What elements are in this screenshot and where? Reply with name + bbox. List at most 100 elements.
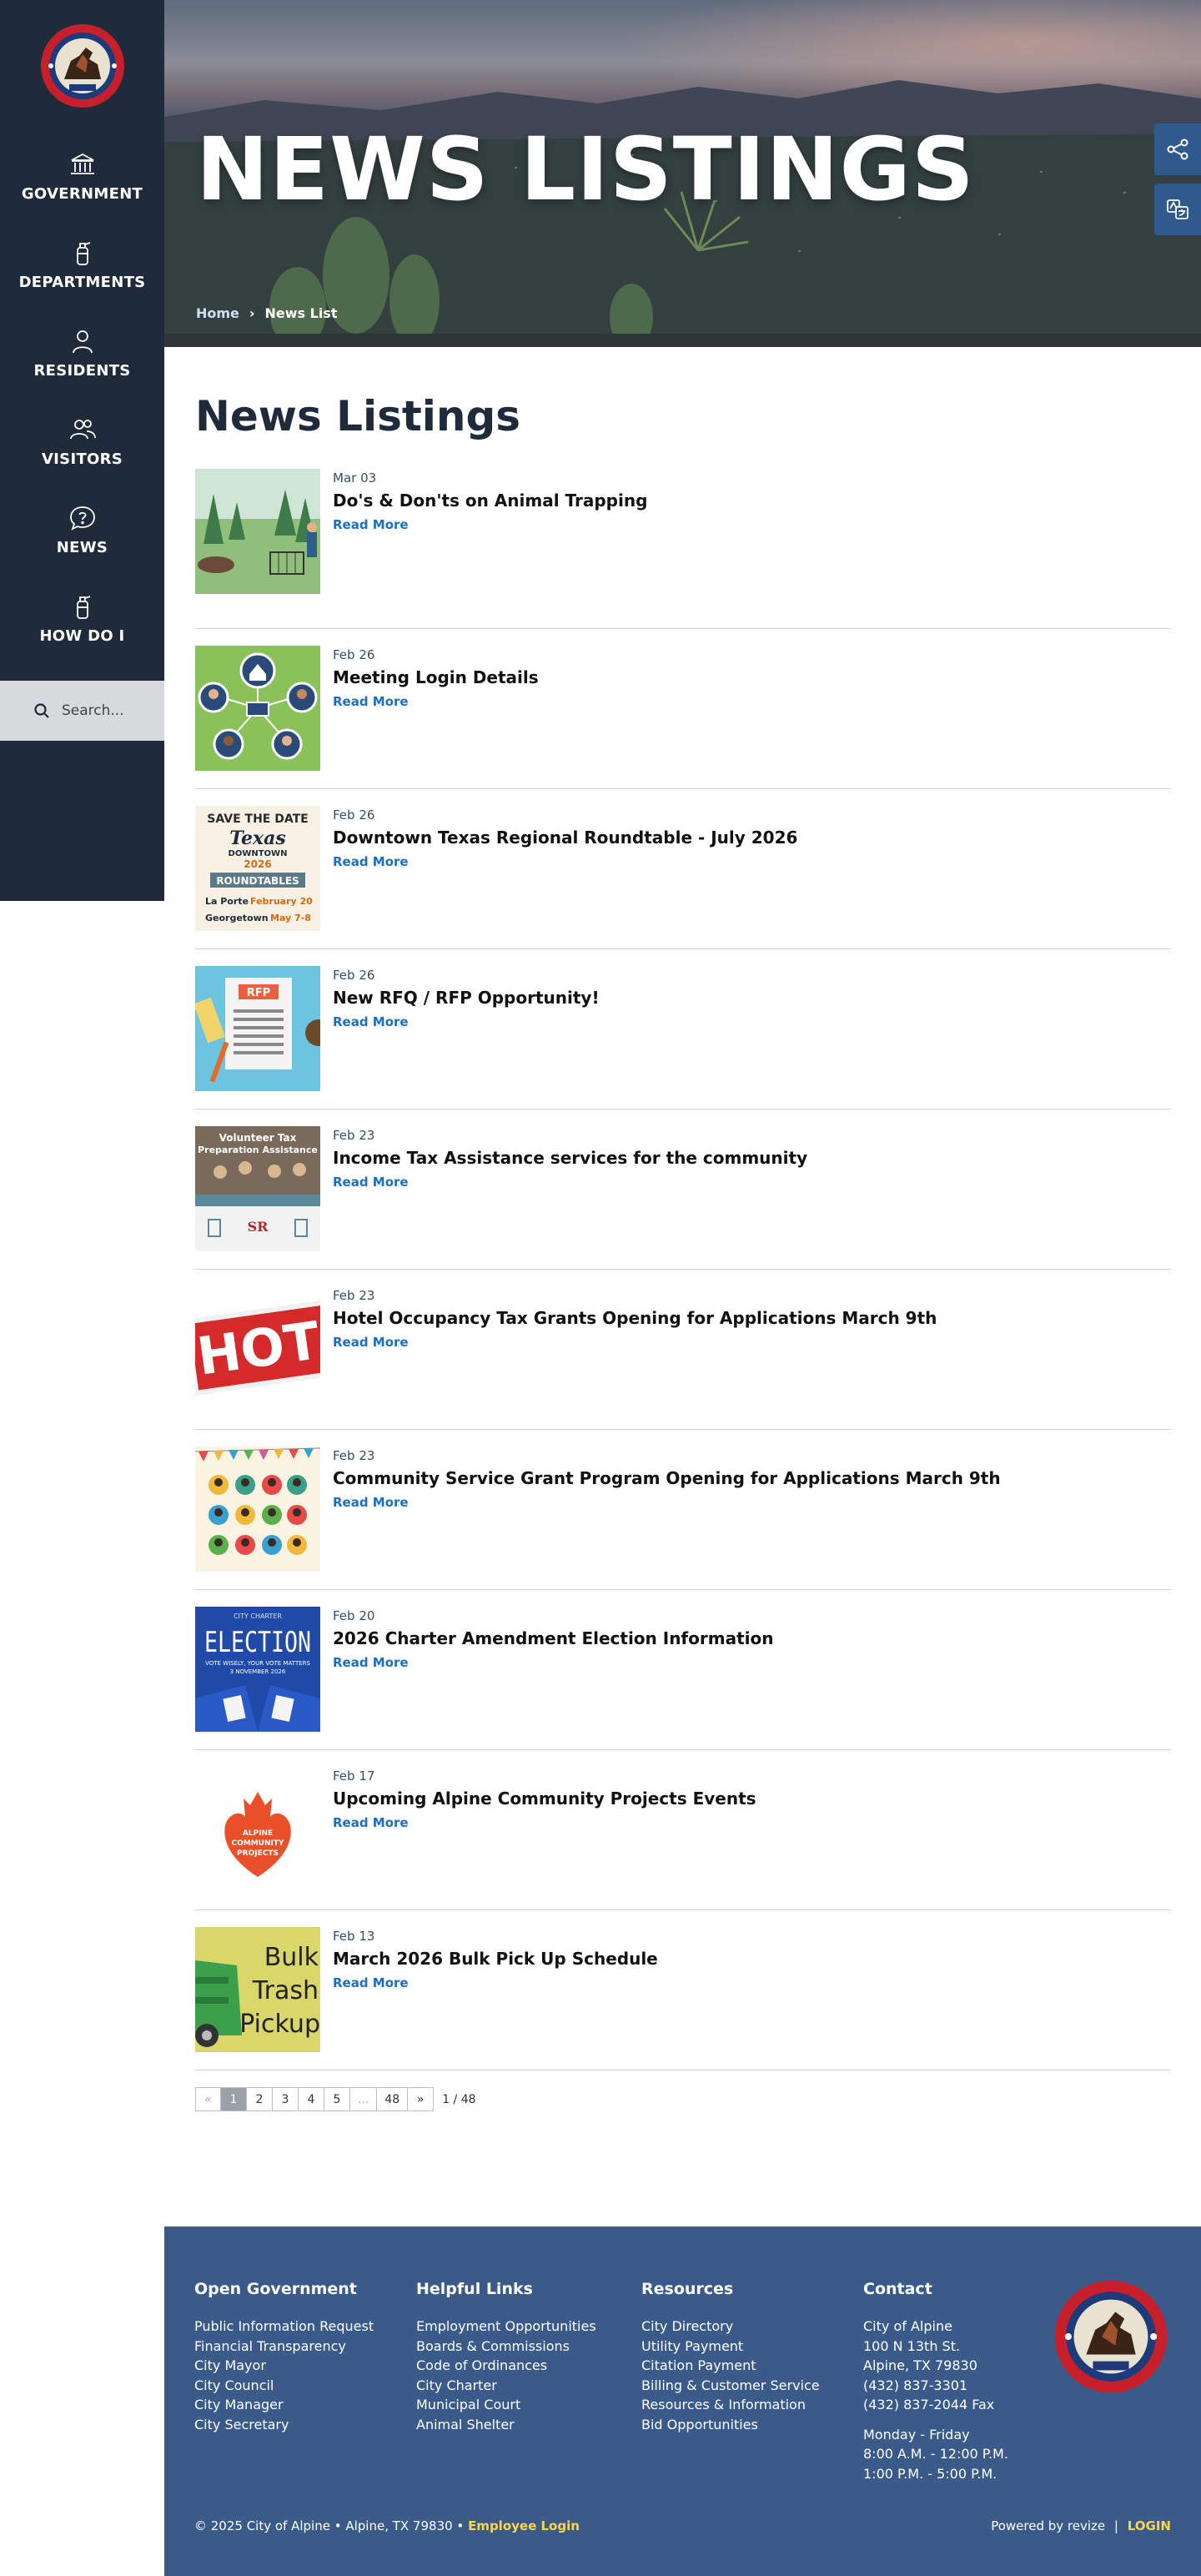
side-tools — [1154, 123, 1201, 244]
news-thumbnail[interactable] — [195, 469, 320, 594]
news-title-link[interactable]: Community Service Grant Program Opening … — [333, 1468, 1001, 1488]
news-date: Feb 26 — [333, 968, 375, 983]
news-date: Feb 23 — [333, 1448, 375, 1463]
pagination-next[interactable]: » — [408, 2087, 435, 2111]
nav-government[interactable]: GOVERNMENT — [0, 132, 164, 220]
footer-link[interactable]: City Manager — [194, 2395, 374, 2415]
news-thumbnail[interactable]: SAVE THE DATE Texas DOWNTOWN 2026 ROUNDT… — [195, 806, 320, 931]
news-thumbnail[interactable]: ALPINE COMMUNITY PROJECTS — [195, 1767, 320, 1892]
projects-line2: COMMUNITY — [231, 1839, 284, 1848]
footer-link[interactable]: Municipal Court — [416, 2395, 596, 2415]
news-title-link[interactable]: Income Tax Assistance services for the c… — [333, 1148, 807, 1168]
tax-assistance-image: Volunteer Tax Preparation Assistance SR — [195, 1126, 320, 1251]
pagination-page[interactable]: 3 — [273, 2087, 299, 2111]
nav-how-do-i[interactable]: HOW DO I — [0, 574, 164, 662]
footer-link[interactable]: Code of Ordinances — [416, 2356, 596, 2376]
news-title-link[interactable]: Meeting Login Details — [333, 667, 539, 687]
city-seal-logo — [1054, 2280, 1168, 2393]
news-item: Mar 03 Do's & Don'ts on Animal Trapping … — [195, 469, 1171, 629]
read-more-link[interactable]: Read More — [333, 1175, 409, 1190]
news-thumbnail[interactable]: HOT — [195, 1286, 320, 1411]
page-title: News Listings — [195, 392, 521, 440]
hot-grant-image: HOT — [195, 1286, 320, 1411]
search-input[interactable] — [62, 702, 162, 719]
footer-heading: Helpful Links — [416, 2280, 533, 2298]
pagination-last-page[interactable]: 48 — [377, 2087, 409, 2111]
read-more-link[interactable]: Read More — [333, 694, 409, 709]
read-more-link[interactable]: Read More — [333, 1014, 409, 1029]
footer-link[interactable]: City Council — [194, 2376, 374, 2396]
nav-departments[interactable]: DEPARTMENTS — [0, 220, 164, 309]
footer-link[interactable]: Billing & Customer Service — [641, 2376, 820, 2396]
nav-residents[interactable]: RESIDENTS — [0, 309, 164, 397]
nav-label: RESIDENTS — [33, 361, 131, 380]
read-more-link[interactable]: Read More — [333, 1655, 409, 1670]
footer-link[interactable]: Bid Opportunities — [641, 2415, 820, 2435]
pagination-page[interactable]: 1 — [221, 2087, 247, 2111]
news-title-link[interactable]: Downtown Texas Regional Roundtable - Jul… — [333, 828, 797, 848]
news-title-link[interactable]: 2026 Charter Amendment Election Informat… — [333, 1628, 773, 1648]
footer-link[interactable]: City Mayor — [194, 2356, 374, 2376]
search-icon[interactable] — [33, 702, 50, 719]
news-thumbnail[interactable] — [195, 1446, 320, 1572]
contact-line: Alpine, TX 79830 — [863, 2357, 977, 2373]
pagination-page[interactable]: 2 — [247, 2087, 273, 2111]
city-seal-link[interactable] — [0, 0, 164, 132]
login-link[interactable]: LOGIN — [1128, 2518, 1171, 2533]
contact-phone-link[interactable]: (432) 837-3301 — [863, 2376, 1008, 2396]
footer-link[interactable]: Employment Opportunities — [416, 2317, 596, 2337]
nav-news[interactable]: NEWS — [0, 486, 164, 574]
news-thumbnail[interactable] — [195, 646, 320, 771]
news-thumbnail[interactable]: RFP — [195, 966, 320, 1091]
read-more-link[interactable]: Read More — [333, 1815, 409, 1830]
nav-label: DEPARTMENTS — [18, 273, 146, 291]
news-title-link[interactable]: Do's & Don'ts on Animal Trapping — [333, 491, 647, 511]
read-more-link[interactable]: Read More — [333, 1335, 409, 1350]
powered-by-link[interactable]: Powered by revize — [991, 2518, 1105, 2533]
news-title-link[interactable]: New RFQ / RFP Opportunity! — [333, 988, 600, 1008]
employee-login-link[interactable]: Employee Login — [468, 2518, 580, 2533]
contact-hours: Monday - Friday — [863, 2426, 970, 2443]
std-line4: 2026 — [244, 858, 271, 870]
nav-visitors[interactable]: VISITORS — [0, 397, 164, 486]
read-more-link[interactable]: Read More — [333, 1975, 409, 1990]
footer-col-helpful-links: Helpful Links Employment Opportunities B… — [416, 2280, 596, 2434]
footer-link[interactable]: City Secretary — [194, 2415, 374, 2435]
pagination-page[interactable]: 5 — [324, 2087, 350, 2111]
footer-link[interactable]: City Charter — [416, 2376, 596, 2396]
people-icon — [69, 419, 96, 439]
news-title-link[interactable]: March 2026 Bulk Pick Up Schedule — [333, 1949, 658, 1969]
share-button[interactable] — [1154, 123, 1201, 175]
nav-label: NEWS — [56, 538, 108, 556]
breadcrumb-home-link[interactable]: Home — [196, 305, 239, 321]
read-more-link[interactable]: Read More — [333, 517, 409, 532]
read-more-link[interactable]: Read More — [333, 854, 409, 869]
footer-link[interactable]: Citation Payment — [641, 2356, 820, 2376]
footer-link[interactable]: Animal Shelter — [416, 2415, 596, 2435]
footer-link[interactable]: City Directory — [641, 2317, 820, 2337]
footer-link[interactable]: Public Information Request — [194, 2317, 374, 2337]
footer-link[interactable]: Financial Transparency — [194, 2337, 374, 2357]
footer-link[interactable]: Utility Payment — [641, 2337, 820, 2357]
news-item: CITY CHARTER ELECTION VOTE WISELY, YOUR … — [195, 1590, 1171, 1750]
footer-seal-link[interactable] — [1053, 2278, 1169, 2398]
news-thumbnail[interactable]: CITY CHARTER ELECTION VOTE WISELY, YOUR … — [195, 1607, 320, 1732]
translate-button[interactable] — [1154, 184, 1201, 235]
election-big: ELECTION — [204, 1626, 311, 1659]
news-thumbnail[interactable]: Volunteer Tax Preparation Assistance SR — [195, 1126, 320, 1251]
news-title-link[interactable]: Hotel Occupancy Tax Grants Opening for A… — [333, 1308, 937, 1328]
pagination-prev[interactable]: « — [195, 2087, 221, 2111]
news-item: RFP Feb 26 New RFQ / RFP Opportunity! Re… — [195, 949, 1171, 1109]
footer-link[interactable]: Boards & Commissions — [416, 2337, 596, 2357]
news-date: Feb 26 — [333, 647, 375, 662]
news-thumbnail[interactable]: Bulk Trash Pickup — [195, 1927, 320, 2052]
footer-link[interactable]: Resources & Information — [641, 2395, 820, 2415]
news-date: Feb 23 — [333, 1128, 375, 1143]
pagination-page[interactable]: 4 — [299, 2087, 324, 2111]
person-icon — [72, 330, 93, 353]
news-date: Feb 17 — [333, 1768, 375, 1784]
news-title-link[interactable]: Upcoming Alpine Community Projects Event… — [333, 1789, 756, 1809]
nav-label: HOW DO I — [39, 626, 125, 645]
read-more-link[interactable]: Read More — [333, 1495, 409, 1510]
std-line3: DOWNTOWN — [229, 849, 288, 858]
